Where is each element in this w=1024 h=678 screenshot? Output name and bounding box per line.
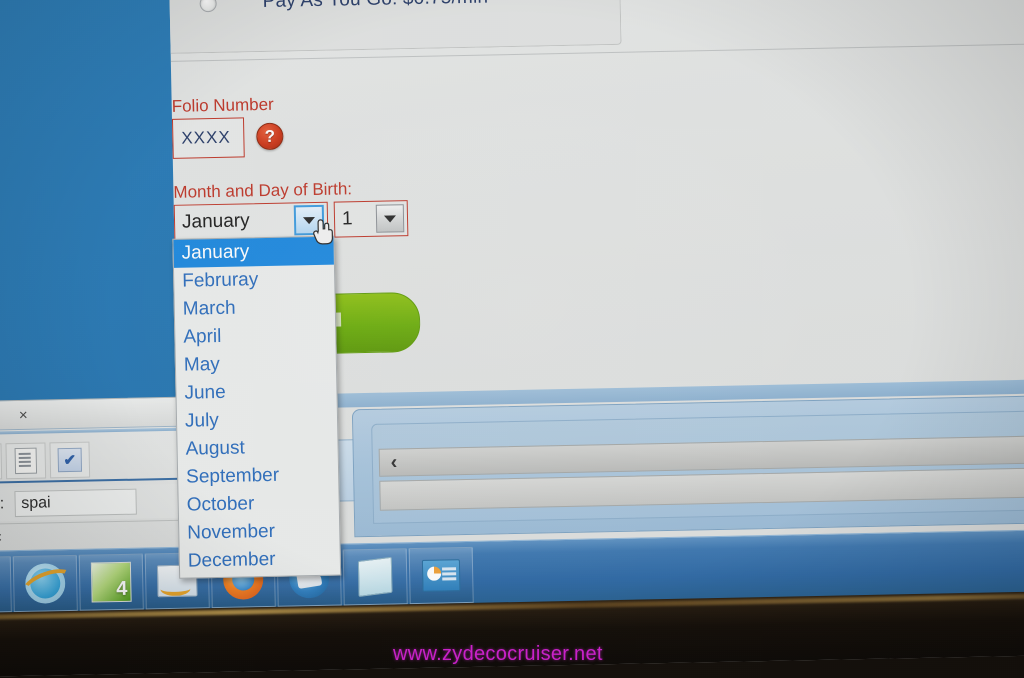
internet-explorer-icon [24,563,66,604]
month-option-january[interactable]: January [173,236,334,268]
month-select-value: January [181,210,250,233]
background-window[interactable]: ‹ [351,395,1024,538]
day-select[interactable]: 1 [333,200,409,238]
pay-as-you-go-option[interactable]: Pay As You Go: $0.75/min [199,0,488,14]
rate-option-panel: Pay As You Go: $0.75/min [168,0,622,54]
month-option-july[interactable]: July [177,405,338,436]
taskbar-item-notepad[interactable] [342,548,408,606]
find-toolbar-window: ABP × ✔ Find: spai [0,396,201,560]
back-chevron-icon[interactable]: ‹ [380,450,408,475]
check-glyph-icon: ✔ [57,447,83,473]
orange-app-icon[interactable] [0,443,3,481]
submit-button[interactable] [327,291,421,354]
month-option-may[interactable]: May [176,349,337,380]
month-option-march[interactable]: March [175,293,336,324]
month-option-june[interactable]: June [176,377,337,408]
help-icon[interactable]: ? [256,122,284,151]
screen-photo: Pay As You Go: $0.75/min Folio Number XX… [0,0,1024,678]
month-option-december[interactable]: December [180,545,341,576]
checkmark-icon[interactable]: ✔ [49,441,91,479]
chevron-down-icon [383,214,397,223]
taskbar-item-presentation[interactable] [408,546,474,605]
web-page-content: Pay As You Go: $0.75/min Folio Number XX… [168,0,1024,579]
chevron-down-icon [302,216,316,224]
month-option-februray[interactable]: Februray [174,265,335,296]
month-option-november[interactable]: November [179,517,340,548]
day-select-arrow-button[interactable] [375,204,405,233]
day-select-value: 1 [341,208,353,230]
toolbar-icons: ✔ [0,437,199,485]
addon-bar: ABP × [0,397,198,432]
find-bar: Find: spai [0,483,199,523]
document-icon[interactable] [5,442,47,480]
pay-as-you-go-label: Pay As You Go: $0.75/min [262,0,488,13]
document-lines-icon [14,447,38,475]
folio-number-label: Folio Number [171,94,274,116]
notepad-icon [355,556,396,597]
background-window-body: ‹ [371,410,1024,524]
month-day-of-birth-label: Month and Day of Birth: [173,179,353,202]
presentation-icon [421,555,462,596]
folio-number-value: XXXX [181,127,231,148]
month-option-september[interactable]: September [178,461,339,492]
month-option-october[interactable]: October [178,489,339,520]
close-icon[interactable]: × [0,529,2,546]
find-input[interactable]: spai [13,488,137,518]
pay-as-you-go-radio[interactable] [199,0,217,12]
taskbar-item-office-4[interactable]: 4 [78,553,144,611]
month-select[interactable]: January [173,201,329,241]
month-option-april[interactable]: April [175,321,336,352]
taskbar-item-folder[interactable] [0,556,12,614]
close-icon[interactable]: × [19,406,28,423]
watermark: www.zydecocruiser.net [393,643,603,665]
month-select-arrow-button[interactable] [293,204,325,236]
folio-number-input[interactable]: XXXX [171,117,245,159]
month-option-august[interactable]: August [177,433,338,464]
find-input-value: spai [21,494,51,512]
month-dropdown-list[interactable]: January Februray March April May June July Augu… [172,235,342,579]
find-label: Find: [0,495,5,514]
monitor-display: Pay As You Go: $0.75/min Folio Number XX… [0,0,1024,677]
office-4-icon: 4 [90,561,132,603]
desktop-background [0,0,181,451]
taskbar-item-internet-explorer[interactable] [12,554,78,613]
